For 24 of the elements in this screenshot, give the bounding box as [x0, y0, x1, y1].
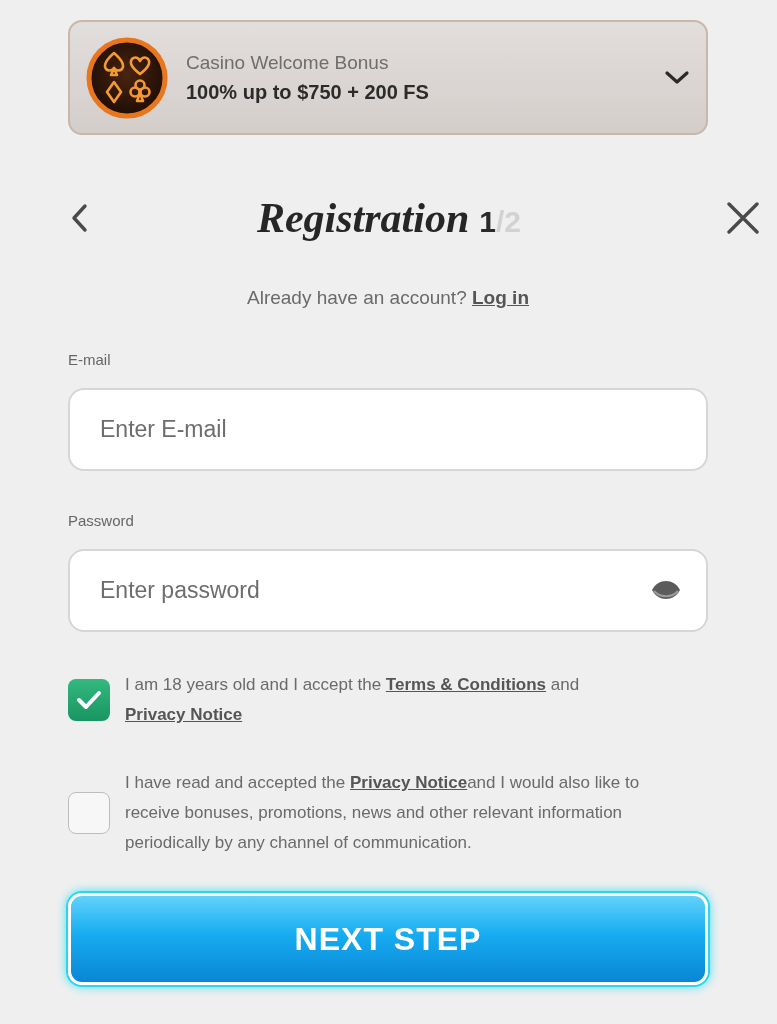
checkmark-icon	[76, 690, 102, 710]
checkbox[interactable]	[68, 679, 110, 721]
bonus-offer: 100% up to $750 + 200 FS	[186, 80, 430, 104]
field-label: E-mail	[68, 351, 112, 369]
login-link[interactable]: Log in	[472, 287, 529, 308]
close-icon	[726, 202, 760, 234]
password-field[interactable]: Enter password	[68, 549, 708, 632]
bonus-title: Casino Welcome Bonus	[186, 51, 390, 74]
consent-link[interactable]: Privacy Notice	[125, 705, 243, 724]
checkbox[interactable]	[68, 792, 110, 834]
close-button[interactable]	[726, 202, 760, 234]
consent-link[interactable]: Terms & Conditions	[385, 675, 547, 694]
card-suits-coin-icon	[85, 35, 169, 120]
bonus-banner[interactable]: Casino Welcome Bonus 100% up to $750 + 200 FS	[68, 20, 708, 135]
chevron-left-icon	[70, 203, 88, 233]
field-label: Password	[68, 512, 135, 530]
consent-text: I am 18 years old and I accept the Terms & Conditions and Privacy Notice	[125, 674, 581, 726]
consent-text: I have read and accepted the Privacy Noticeand I would also like to receive bonuses, promotions, news and other relevant information periodically by any channel of communication.	[125, 772, 641, 854]
step-number: 1	[479, 205, 496, 239]
login-prompt: Already have an account? Log in	[246, 286, 530, 310]
back-button[interactable]	[70, 203, 88, 233]
consent-link[interactable]: Privacy Notice	[349, 773, 468, 792]
email-field[interactable]: Enter E-mail	[68, 388, 708, 471]
form-title: Registration	[256, 194, 470, 242]
